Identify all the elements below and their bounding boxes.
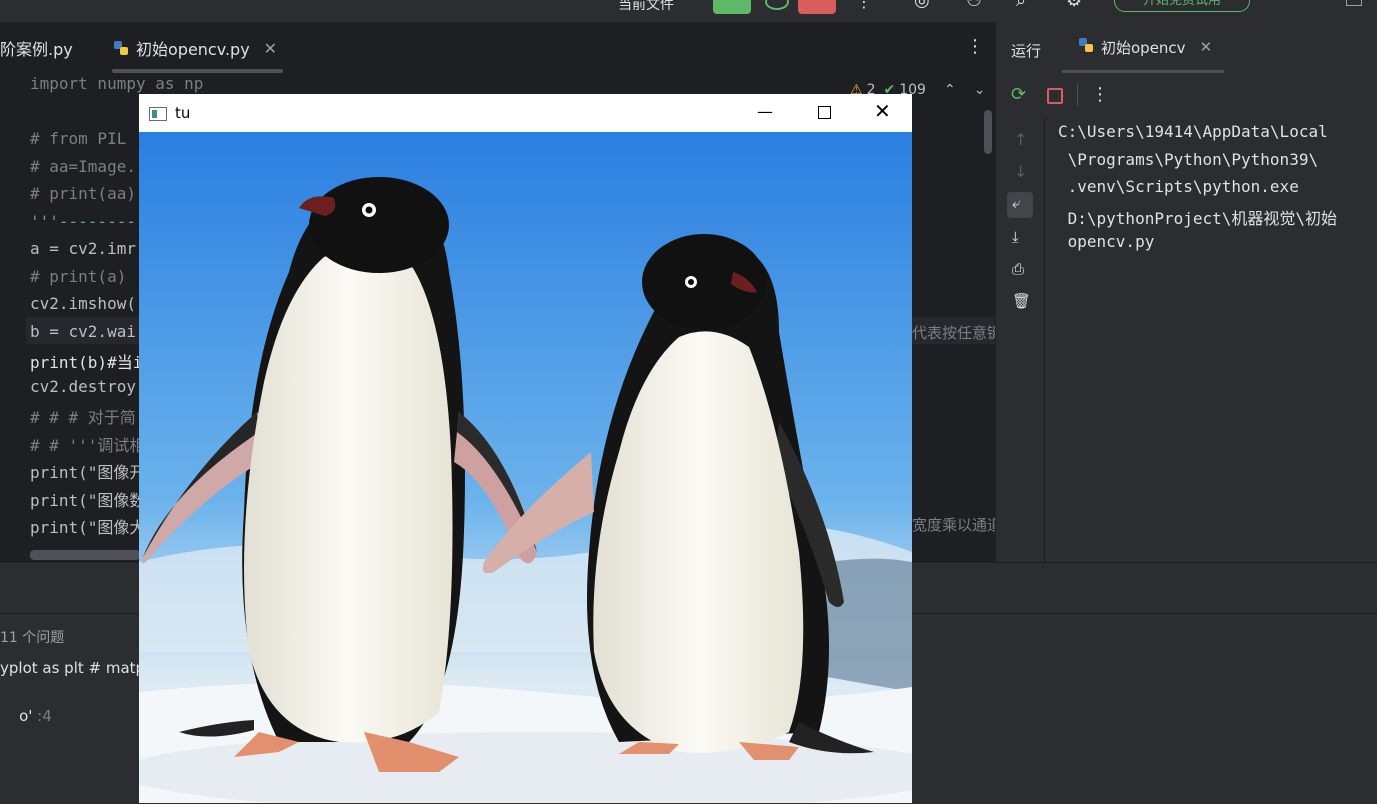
run-toolbar: ⟳ ⋮ (995, 74, 1377, 119)
vertical-scrollbar[interactable] (984, 110, 992, 154)
code-line: # aa=Image. (30, 157, 136, 176)
toolbar-divider (1077, 84, 1078, 106)
window-titlebar[interactable]: tu — ✕ (139, 94, 912, 132)
more-icon[interactable]: ⋮ (1091, 84, 1109, 105)
code-line: # print(aa) (30, 184, 136, 203)
close-tab-icon[interactable]: ✕ (264, 39, 277, 58)
console-line: D:\pythonProject\机器视觉\初始 (1058, 209, 1338, 228)
code-line: cv2.imshow( (30, 294, 136, 313)
python-file-icon (1077, 36, 1095, 58)
ai-assistant-icon[interactable]: ◎ (914, 0, 930, 11)
tab-options-icon[interactable]: ⋮ (966, 36, 984, 57)
prev-highlight-icon[interactable]: ⌃ (944, 82, 956, 98)
active-tab-indicator (112, 69, 283, 73)
run-side-toolbar: ↑ ↓ ⤶ ⤓ ⎙ 🗑 (996, 118, 1045, 562)
current-file-selector[interactable]: 当前文件 (618, 0, 674, 14)
run-panel-title: 运行 (1011, 42, 1042, 60)
add-user-icon[interactable]: ⚇ (966, 0, 982, 11)
stop-icon[interactable] (1047, 88, 1063, 104)
console-output[interactable]: C:\Users\19414\AppData\Local \Programs\P… (1046, 118, 1377, 562)
problems-count: 11 个问题 (0, 630, 65, 646)
search-icon[interactable]: ⌕ (1016, 0, 1026, 11)
soft-wrap-button[interactable]: ⤶ (1007, 192, 1033, 218)
close-window-icon[interactable]: ✕ (874, 99, 891, 123)
up-arrow-icon[interactable]: ↑ (1014, 130, 1027, 149)
code-line: a = cv2.imr (30, 239, 136, 258)
code-line: cv2.destroy (30, 377, 136, 396)
code-line: import numpy as np (30, 74, 204, 93)
code-line: print(b)#当i (30, 353, 143, 372)
scroll-to-end-icon[interactable]: ⤓ (1012, 228, 1019, 246)
code-line: b = cv2.wai (30, 322, 136, 341)
code-line: print("图像开 (30, 463, 146, 482)
horizontal-scrollbar[interactable] (30, 550, 140, 560)
maximize-icon[interactable] (818, 106, 831, 119)
problem-item[interactable]: yplot as plt # matp (0, 659, 145, 677)
run-tab-bar: 运行 初始opencv ✕ (995, 22, 1377, 74)
console-line: .venv\Scripts\python.exe (1058, 177, 1299, 196)
console-line: opencv.py (1058, 232, 1155, 251)
run-config-tab[interactable]: 初始opencv ✕ (1077, 36, 1212, 58)
next-highlight-icon[interactable]: ⌄ (974, 82, 986, 98)
tab-opencv-py[interactable]: 初始opencv.py ✕ (112, 22, 277, 74)
debug-icon[interactable] (765, 0, 789, 10)
tab-case-py[interactable]: 阶案例.py (0, 22, 73, 74)
code-line: print("图像大 (30, 518, 146, 537)
window-restore-icon[interactable] (1346, 0, 1362, 6)
penguins-image (139, 132, 912, 803)
code-line: # # '''调试相 (30, 436, 146, 455)
main-toolbar: 当前文件 ⋮ ◎ ⚇ ⌕ ⚙ 开始免费试用 (0, 0, 1377, 22)
problem-item[interactable]: o' :4 (0, 689, 52, 743)
code-comment-tail: 代表按任意键 (912, 324, 1003, 342)
console-line: \Programs\Python\Python39\ (1058, 150, 1319, 169)
code-line: '''-------- (30, 212, 136, 231)
settings-icon[interactable]: ⚙ (1066, 0, 1082, 11)
editor-tab-bar: 阶案例.py 初始opencv.py ✕ ⋮ (0, 22, 995, 75)
code-line: # from PIL (30, 129, 127, 148)
down-arrow-icon[interactable]: ↓ (1014, 162, 1027, 181)
python-file-icon (112, 39, 130, 57)
stop-button[interactable] (798, 0, 836, 14)
console-line: C:\Users\19414\AppData\Local (1058, 122, 1328, 141)
code-comment-tail: 宽度乘以通道 (912, 516, 1003, 534)
code-line: print("图像数 (30, 491, 146, 510)
window-title: tu (175, 104, 191, 122)
rerun-icon[interactable]: ⟳ (1011, 84, 1026, 105)
code-line: # print(a) (30, 267, 127, 286)
close-tab-icon[interactable]: ✕ (1200, 38, 1213, 56)
minimize-icon[interactable]: — (757, 102, 773, 121)
free-trial-button[interactable]: 开始免费试用 (1114, 0, 1250, 12)
soft-wrap-icon: ⤶ (1012, 194, 1021, 212)
active-tab-indicator (1062, 70, 1224, 73)
code-line: # # # 对于简 (30, 408, 136, 427)
trash-icon[interactable]: 🗑 (1012, 292, 1031, 310)
run-button[interactable] (713, 0, 751, 14)
print-icon[interactable]: ⎙ (1012, 260, 1024, 278)
opencv-image-window[interactable]: tu — ✕ (139, 94, 912, 803)
more-icon[interactable]: ⋮ (856, 0, 872, 11)
app-icon (149, 106, 167, 121)
